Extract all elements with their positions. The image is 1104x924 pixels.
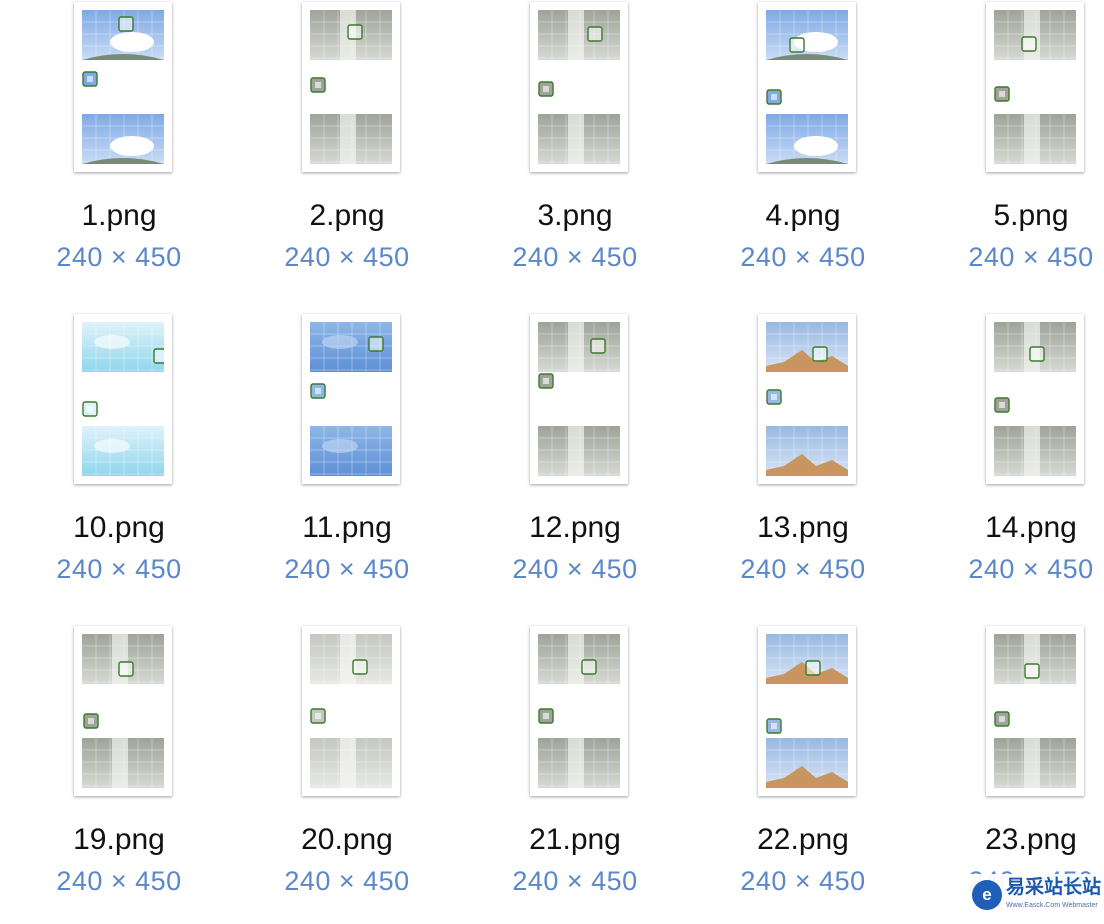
file-name: 2.png bbox=[309, 199, 385, 232]
thumbnail[interactable] bbox=[74, 314, 172, 484]
thumbnail-image bbox=[310, 322, 392, 476]
file-name: 10.png bbox=[73, 511, 165, 544]
file-name: 22.png bbox=[757, 823, 849, 856]
file-item[interactable]: 13.png 240 × 450 bbox=[689, 312, 917, 612]
thumbnail[interactable] bbox=[530, 314, 628, 484]
file-name: 1.png bbox=[81, 199, 157, 232]
thumbnail-image bbox=[766, 634, 848, 788]
thumbnail-image bbox=[310, 634, 392, 788]
thumbnail[interactable] bbox=[758, 314, 856, 484]
file-name: 3.png bbox=[537, 199, 613, 232]
file-grid: 1.png 240 × 450 2.png 240 × 450 3.png 24… bbox=[0, 0, 1104, 914]
watermark-text: 易采站长站 bbox=[1006, 877, 1102, 898]
thumbnail[interactable] bbox=[302, 314, 400, 484]
thumbnail[interactable] bbox=[986, 626, 1084, 796]
file-item[interactable]: 11.png 240 × 450 bbox=[233, 312, 461, 612]
thumbnail[interactable] bbox=[758, 626, 856, 796]
file-dimensions: 240 × 450 bbox=[56, 866, 182, 896]
file-dimensions: 240 × 450 bbox=[512, 866, 638, 896]
file-name: 12.png bbox=[529, 511, 621, 544]
file-item[interactable]: 1.png 240 × 450 bbox=[5, 0, 233, 300]
thumbnail-image bbox=[766, 10, 848, 164]
file-name: 13.png bbox=[757, 511, 849, 544]
file-name: 20.png bbox=[301, 823, 393, 856]
file-item[interactable]: 3.png 240 × 450 bbox=[461, 0, 689, 300]
thumbnail[interactable] bbox=[302, 626, 400, 796]
file-dimensions: 240 × 450 bbox=[284, 866, 410, 896]
thumbnail[interactable] bbox=[986, 2, 1084, 172]
file-dimensions: 240 × 450 bbox=[512, 554, 638, 584]
file-dimensions: 240 × 450 bbox=[740, 242, 866, 272]
file-dimensions: 240 × 450 bbox=[284, 242, 410, 272]
file-item[interactable]: 20.png 240 × 450 bbox=[233, 624, 461, 924]
watermark-subtext: Www.Easck.Com Webmaster bbox=[1006, 902, 1098, 909]
e-logo-icon: e bbox=[972, 880, 1002, 910]
thumbnail-image bbox=[82, 322, 164, 476]
thumbnail[interactable] bbox=[74, 2, 172, 172]
thumbnail[interactable] bbox=[302, 2, 400, 172]
file-item[interactable]: 5.png 240 × 450 bbox=[917, 0, 1104, 300]
file-name: 4.png bbox=[765, 199, 841, 232]
thumbnail-image bbox=[310, 10, 392, 164]
file-name: 11.png bbox=[302, 511, 392, 544]
file-name: 14.png bbox=[985, 511, 1077, 544]
thumbnail-image bbox=[994, 634, 1076, 788]
file-dimensions: 240 × 450 bbox=[968, 554, 1094, 584]
file-item[interactable]: 12.png 240 × 450 bbox=[461, 312, 689, 612]
file-item[interactable]: 22.png 240 × 450 bbox=[689, 624, 917, 924]
file-dimensions: 240 × 450 bbox=[56, 242, 182, 272]
file-item[interactable]: 4.png 240 × 450 bbox=[689, 0, 917, 300]
thumbnail[interactable] bbox=[986, 314, 1084, 484]
file-dimensions: 240 × 450 bbox=[512, 242, 638, 272]
file-name: 5.png bbox=[993, 199, 1069, 232]
file-item[interactable]: 14.png 240 × 450 bbox=[917, 312, 1104, 612]
file-name: 21.png bbox=[529, 823, 621, 856]
thumbnail-image bbox=[538, 634, 620, 788]
thumbnail-image bbox=[538, 322, 620, 476]
thumbnail-image bbox=[82, 634, 164, 788]
file-item[interactable]: 19.png 240 × 450 bbox=[5, 624, 233, 924]
thumbnail-image bbox=[994, 322, 1076, 476]
file-name: 19.png bbox=[73, 823, 165, 856]
file-dimensions: 240 × 450 bbox=[740, 866, 866, 896]
thumbnail-image bbox=[766, 322, 848, 476]
file-dimensions: 240 × 450 bbox=[968, 242, 1094, 272]
file-dimensions: 240 × 450 bbox=[56, 554, 182, 584]
file-name: 23.png bbox=[985, 823, 1077, 856]
thumbnail-image bbox=[538, 10, 620, 164]
thumbnail-image bbox=[82, 10, 164, 164]
file-item[interactable]: 21.png 240 × 450 bbox=[461, 624, 689, 924]
file-dimensions: 240 × 450 bbox=[284, 554, 410, 584]
thumbnail[interactable] bbox=[530, 2, 628, 172]
watermark: e 易采站长站 Www.Easck.Com Webmaster bbox=[968, 874, 1104, 914]
file-dimensions: 240 × 450 bbox=[740, 554, 866, 584]
file-item[interactable]: 2.png 240 × 450 bbox=[233, 0, 461, 300]
thumbnail-image bbox=[994, 10, 1076, 164]
thumbnail[interactable] bbox=[74, 626, 172, 796]
file-item[interactable]: 10.png 240 × 450 bbox=[5, 312, 233, 612]
thumbnail[interactable] bbox=[530, 626, 628, 796]
thumbnail[interactable] bbox=[758, 2, 856, 172]
